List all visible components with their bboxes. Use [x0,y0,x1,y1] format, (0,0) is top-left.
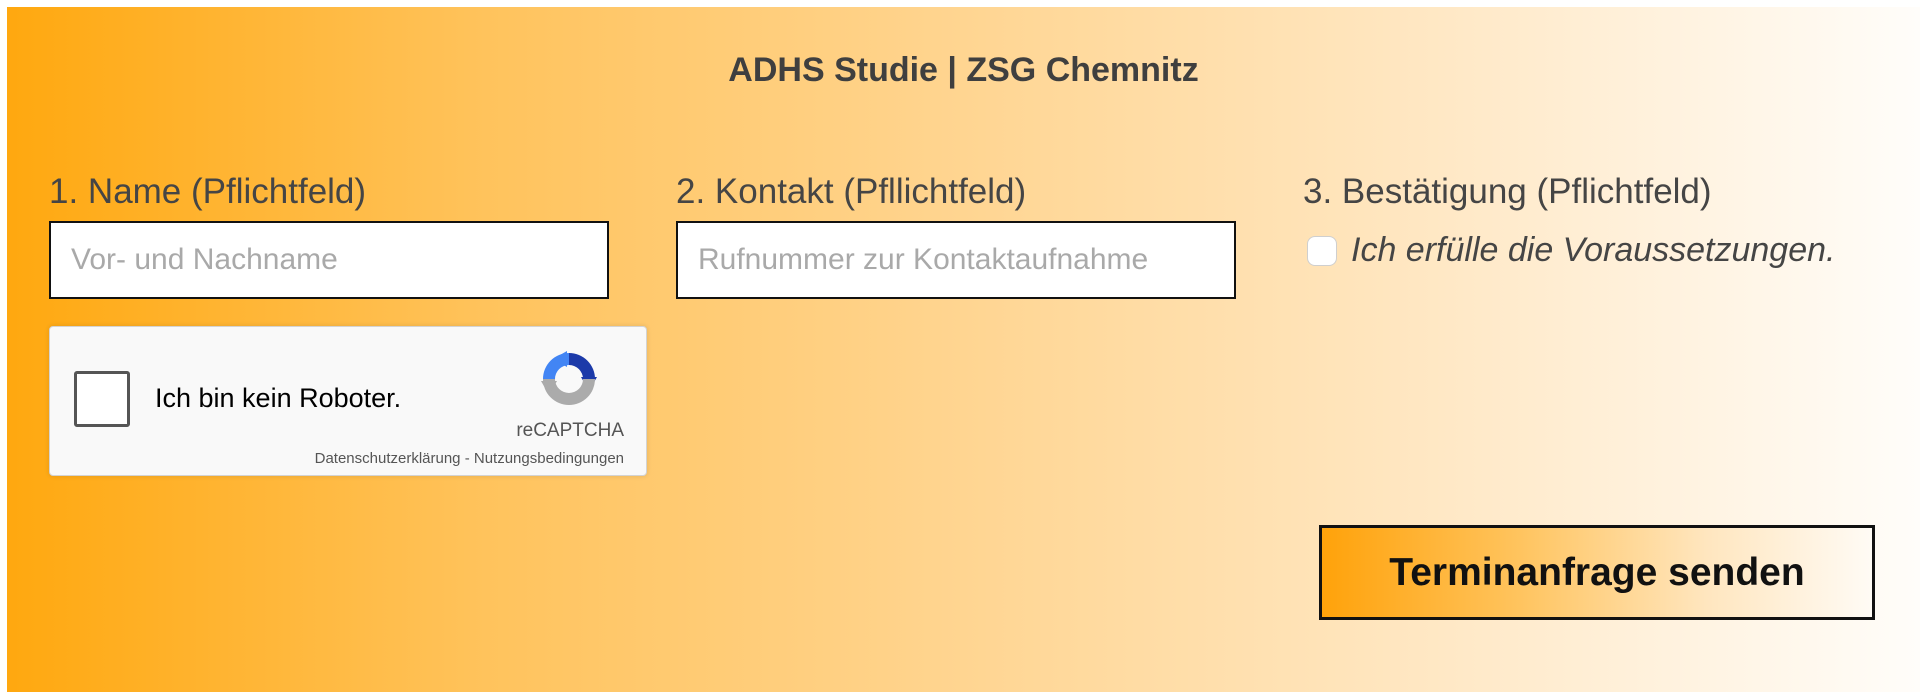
contact-input[interactable] [676,221,1236,299]
recaptcha-links: Datenschutzerklärung - Nutzungsbedingung… [315,450,624,467]
name-label: 1. Name (Pflichtfeld) [49,172,367,211]
submit-appointment-button[interactable]: Terminanfrage senden [1319,525,1875,620]
appointment-form-panel: ADHS Studie | ZSG Chemnitz 1. Name (Pfli… [7,7,1920,692]
terms-link[interactable]: Nutzungsbedingungen [474,450,624,467]
recaptcha-brand: reCAPTCHA [516,420,624,441]
confirmation-checkbox-text[interactable]: Ich erfülle die Voraussetzungen. [1351,231,1835,270]
recaptcha-logo-icon [541,351,597,405]
name-input[interactable] [49,221,609,299]
confirmation-checkbox[interactable] [1307,235,1337,266]
confirmation-label: 3. Bestätigung (Pflichtfeld) [1303,172,1712,211]
recaptcha-checkbox[interactable] [74,371,130,427]
privacy-policy-link[interactable]: Datenschutzerklärung [315,450,461,467]
recaptcha-label: Ich bin kein Roboter. [155,383,402,413]
confirmation-checkbox-row[interactable]: Ich erfülle die Voraussetzungen. [1307,231,1835,270]
contact-label: 2. Kontakt (Pfllichtfeld) [676,172,1027,211]
page-title: ADHS Studie | ZSG Chemnitz [728,51,1199,89]
link-separator: - [460,450,474,467]
recaptcha-widget: Ich bin kein Roboter. reCAPTCHA Datensch… [49,326,647,476]
